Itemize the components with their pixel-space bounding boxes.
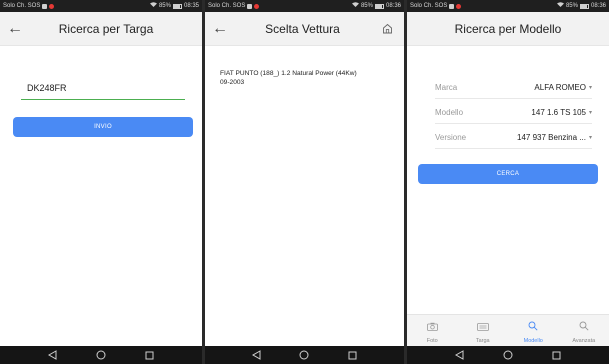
system-nav-bar [407, 346, 609, 364]
notification-icon [42, 3, 48, 9]
nav-home-icon[interactable] [297, 348, 311, 362]
brand-value: ALFA ROMEO [534, 83, 586, 92]
brand-select[interactable]: Marca ALFA ROMEO ▾ [435, 77, 592, 99]
system-nav-bar [205, 346, 404, 364]
nav-recents-icon[interactable] [550, 348, 564, 362]
search-icon [579, 318, 589, 336]
notification-icon [247, 3, 253, 9]
system-nav-bar [0, 346, 202, 364]
phone-screen-plate-search: Solo Ch. SOS 85% 08:35 ← Ricerca per Tar… [0, 0, 202, 364]
caret-down-icon: ▾ [588, 110, 592, 116]
battery-icon [579, 3, 589, 9]
nav-back-icon[interactable] [45, 348, 59, 362]
nav-back-icon[interactable] [452, 348, 466, 362]
invio-button[interactable]: INVIO [13, 117, 193, 137]
clock: 08:36 [385, 3, 401, 9]
wifi-icon [149, 0, 157, 12]
carrier-text: Solo Ch. SOS [208, 3, 246, 9]
wifi-icon [556, 0, 564, 12]
caret-down-icon: ▾ [588, 85, 592, 91]
status-bar: Solo Ch. SOS 85% 08:36 [205, 0, 404, 12]
camera-icon [426, 318, 438, 336]
status-bar: Solo Ch. SOS 85% 08:35 [0, 0, 202, 12]
wifi-icon [351, 0, 359, 12]
alert-icon [49, 3, 55, 9]
nav-recents-icon[interactable] [143, 348, 157, 362]
phone-screen-car-selection: Solo Ch. SOS 85% 08:36 ← Scelta Vettura … [205, 0, 404, 364]
carrier-text: Solo Ch. SOS [410, 3, 448, 9]
carrier-text: Solo Ch. SOS [3, 3, 41, 9]
version-value: 147 937 Benzina ... [517, 133, 586, 142]
search-icon [528, 318, 538, 336]
nav-recents-icon[interactable] [345, 348, 359, 362]
tab-foto[interactable]: Foto [407, 315, 458, 346]
model-label: Modello [435, 108, 464, 117]
back-arrow-icon[interactable]: ← [0, 12, 30, 46]
back-arrow-icon[interactable]: ← [205, 12, 235, 46]
app-bar: Ricerca per Modello [407, 12, 609, 46]
tab-avanzata[interactable]: Avanzata [559, 315, 609, 346]
battery-percent: 85% [360, 3, 373, 9]
notification-icon [449, 3, 455, 9]
vehicle-result-item[interactable]: FIAT PUNTO (188_) 1.2 Natural Power (44K… [220, 69, 395, 87]
status-bar: Solo Ch. SOS 85% 08:36 [407, 0, 609, 12]
plate-input[interactable]: DK248FR [21, 80, 185, 100]
page-title: Scelta Vettura [265, 21, 340, 36]
page-title: Ricerca per Modello [454, 21, 562, 36]
vehicle-name: FIAT PUNTO (188_) 1.2 Natural Power (44K… [220, 70, 357, 77]
battery-percent: 85% [565, 3, 578, 9]
tab-label: Avanzata [572, 337, 596, 344]
nav-home-icon[interactable] [94, 348, 108, 362]
alert-icon [254, 3, 260, 9]
tab-label: Modello [523, 337, 543, 344]
tab-modello[interactable]: Modello [508, 315, 559, 346]
vehicle-date: 09-2003 [220, 79, 245, 86]
model-select[interactable]: Modello 147 1.6 TS 105 ▾ [435, 102, 592, 124]
clock: 08:36 [590, 3, 606, 9]
alert-icon [456, 3, 462, 9]
nav-home-icon[interactable] [501, 348, 515, 362]
page-title: Ricerca per Targa [58, 21, 154, 36]
battery-icon [172, 3, 182, 9]
caret-down-icon: ▾ [588, 135, 592, 141]
tab-targa[interactable]: Targa [458, 315, 509, 346]
version-select[interactable]: Versione 147 937 Benzina ... ▾ [435, 127, 592, 149]
tab-label: Foto [426, 337, 438, 344]
phone-screen-model-search: Solo Ch. SOS 85% 08:36 Ricerca per Model… [407, 0, 609, 364]
home-icon[interactable] [376, 12, 398, 46]
cerca-button[interactable]: CERCA [418, 164, 598, 184]
screenshot-collage: Solo Ch. SOS 85% 08:35 ← Ricerca per Tar… [0, 0, 609, 364]
battery-icon [374, 3, 384, 9]
brand-label: Marca [435, 83, 458, 92]
app-bar: ← Scelta Vettura [205, 12, 404, 46]
tab-label: Targa [475, 337, 490, 344]
plate-icon [476, 318, 489, 336]
clock: 08:35 [183, 3, 199, 9]
nav-back-icon[interactable] [250, 348, 264, 362]
version-label: Versione [435, 133, 467, 142]
battery-percent: 85% [158, 3, 171, 9]
model-value: 147 1.6 TS 105 [531, 108, 586, 117]
app-bar: ← Ricerca per Targa [0, 12, 202, 46]
bottom-tab-bar: Foto Targa Modello Avanzata [407, 314, 609, 346]
